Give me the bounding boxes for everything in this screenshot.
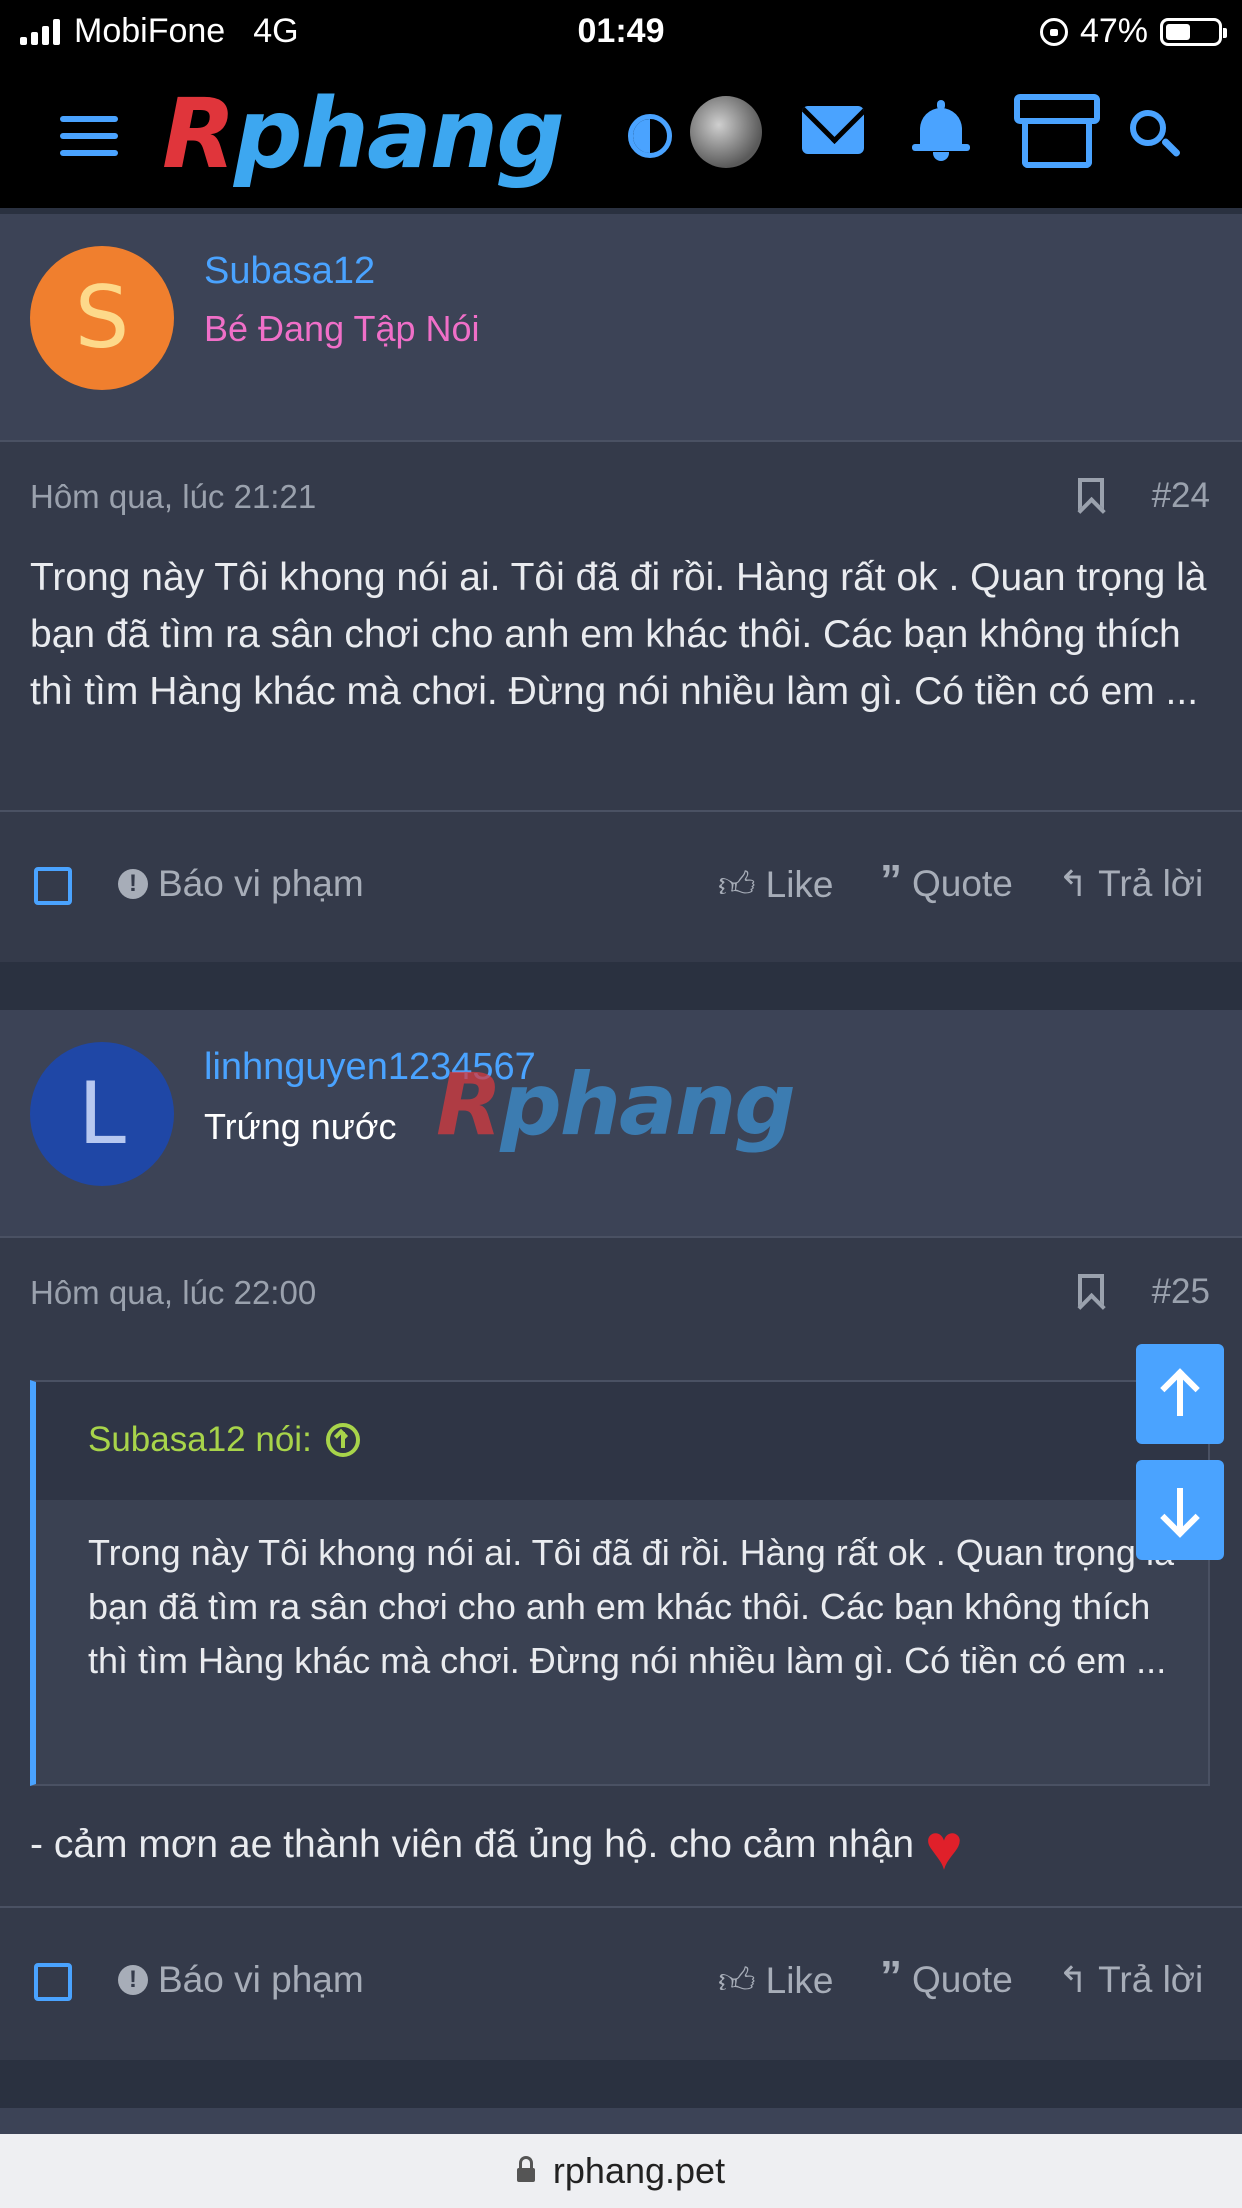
select-checkbox[interactable] <box>34 1963 72 2001</box>
store-icon[interactable] <box>1014 94 1100 170</box>
user-avatar[interactable] <box>690 96 762 168</box>
reply-button[interactable]: ↰ Trả lời <box>1058 1959 1203 2001</box>
avatar[interactable]: L <box>30 1042 174 1186</box>
url-text[interactable]: rphang.pet <box>553 2150 725 2191</box>
site-logo[interactable]: Rphang <box>162 84 565 184</box>
battery-label: 47% <box>1079 12 1148 50</box>
quote-icon: ” <box>880 1952 902 2001</box>
quote-author[interactable]: Subasa12 nói: <box>88 1420 312 1460</box>
post: S Subasa12 Bé Đang Tập Nói Hôm qua, lúc … <box>0 214 1242 962</box>
post: L linhnguyen1234567 Trứng nước Hôm qua, … <box>0 1010 1242 2060</box>
reply-icon: ↰ <box>1058 1959 1089 2000</box>
like-button[interactable]: 👍︎ Like <box>718 863 834 907</box>
avatar[interactable]: S <box>30 246 174 390</box>
bell-icon[interactable] <box>912 100 970 162</box>
logo-watermark: Rphang <box>436 1055 796 1155</box>
quote-text: Trong này Tôi khong nói ai. Tôi đã đi rồ… <box>88 1532 1174 1681</box>
top-navbar: Rphang <box>0 66 1242 208</box>
post-date[interactable]: Hôm qua, lúc 21:21 <box>30 478 316 516</box>
quote-block: Subasa12 nói: Trong này Tôi khong nói ai… <box>30 1380 1210 1786</box>
thumbs-up-icon: 👍︎ <box>718 864 756 905</box>
reply-icon: ↰ <box>1058 863 1089 904</box>
scroll-to-bottom-button[interactable] <box>1136 1460 1224 1560</box>
post-actions: ! Báo vi phạm 👍︎ Like ” Quote ↰ Trả lời <box>0 1906 1242 2058</box>
post <box>0 2108 1242 2134</box>
quote-icon: ” <box>880 856 902 905</box>
warning-icon: ! <box>118 1965 148 1995</box>
report-button[interactable]: ! Báo vi phạm <box>118 863 364 905</box>
lock-icon <box>516 2156 535 2183</box>
post-body: Trong này Tôi khong nói ai. Tôi đã đi rồ… <box>30 556 1207 713</box>
select-checkbox[interactable] <box>34 867 72 905</box>
bookmark-icon[interactable] <box>1078 478 1104 512</box>
post-actions: ! Báo vi phạm 👍︎ Like ” Quote ↰ Trả lời <box>0 810 1242 962</box>
warning-icon: ! <box>118 869 148 899</box>
user-title: Trứng nước <box>204 1106 397 1147</box>
post-header: S Subasa12 Bé Đang Tập Nói <box>0 214 1242 442</box>
battery-icon <box>1160 17 1227 46</box>
report-button[interactable]: ! Báo vi phạm <box>118 1959 364 2001</box>
rotation-lock-icon <box>1039 17 1068 46</box>
quote-button[interactable]: ” Quote <box>880 1952 1013 2001</box>
heart-emoji-icon: ♥ <box>924 1810 963 1883</box>
scroll-to-top-button[interactable] <box>1136 1344 1224 1444</box>
search-icon[interactable] <box>1130 110 1184 164</box>
quote-header[interactable]: Subasa12 nói: <box>36 1382 1208 1500</box>
thumbs-up-icon: 👍︎ <box>718 1960 756 2001</box>
post-number[interactable]: #25 <box>1152 1272 1210 1312</box>
like-button[interactable]: 👍︎ Like <box>718 1959 834 2003</box>
arrow-up-circle-icon[interactable] <box>325 1423 360 1457</box>
mail-icon[interactable] <box>802 106 864 154</box>
post-date[interactable]: Hôm qua, lúc 22:00 <box>30 1274 316 1312</box>
menu-icon[interactable] <box>60 116 118 156</box>
user-title: Bé Đang Tập Nói <box>204 308 480 349</box>
post-number[interactable]: #24 <box>1152 476 1210 516</box>
status-bar: MobiFone 4G 01:49 47% <box>0 0 1242 66</box>
quote-button[interactable]: ” Quote <box>880 856 1013 905</box>
reply-button[interactable]: ↰ Trả lời <box>1058 863 1203 905</box>
contrast-icon[interactable] <box>628 114 672 158</box>
post-body: - cảm mơn ae thành viên đã ủng hộ. cho c… <box>30 1810 963 1883</box>
bookmark-icon[interactable] <box>1078 1274 1104 1308</box>
browser-url-bar[interactable]: rphang.pet <box>0 2134 1242 2208</box>
username[interactable]: Subasa12 <box>204 250 375 293</box>
